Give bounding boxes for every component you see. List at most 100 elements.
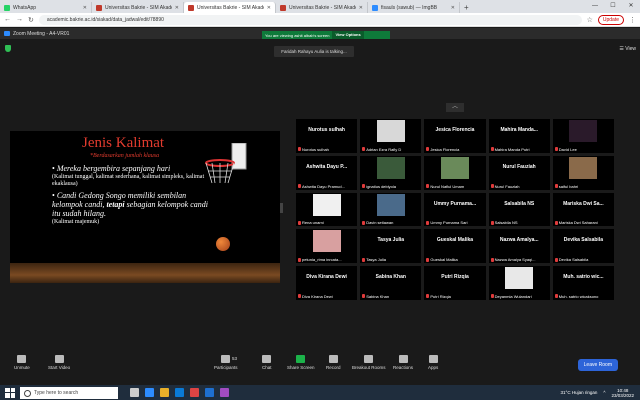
participant-tile[interactable]: Putri Rizqia Putri Rizqia [424, 266, 486, 300]
clock[interactable]: 10:48 23/03/2022 [611, 388, 634, 398]
participant-name-text: Salsabila NS [494, 220, 518, 226]
browser-tab[interactable]: Universitas Bakrie - SIM Akadem ✕ [184, 2, 276, 13]
apps-button[interactable]: Apps [428, 355, 438, 370]
slide-bullet-1: Mereka bergembira sepanjang hari [52, 164, 212, 173]
browser-tab[interactable]: WhatsApp ✕ [0, 2, 92, 13]
system-tray: 31°C Hujan ringan ^ 10:48 23/03/2022 [561, 385, 634, 400]
windows-start-icon[interactable] [5, 387, 15, 398]
chrome-icon[interactable] [190, 388, 199, 397]
participant-name-text: Ashwita Dayu Pramud... [302, 183, 345, 189]
browser-tab[interactable]: Universitas Bakrie - SIM Akadem ✕ [92, 2, 184, 13]
record-button[interactable]: Record [326, 355, 341, 370]
menu-dots-icon[interactable]: ⋮ [629, 16, 636, 24]
participant-tile[interactable]: Ummy Purnama... Ummy Purnama Sari [424, 192, 486, 227]
mic-muted-icon [490, 294, 494, 299]
participant-name-text: Putri Rizqia [430, 293, 451, 299]
scroll-up-icon[interactable]: ︿ [446, 103, 464, 112]
participant-name-text: Devika Salsabila [558, 257, 589, 263]
participant-name-label: Putri Rizqia [426, 293, 451, 299]
participant-tile[interactable]: Nurotus sulhah Nurotus sulhah [296, 119, 358, 153]
participant-name-label: Nurul Naflul Umam [426, 184, 464, 189]
forward-arrow-icon[interactable]: → [16, 16, 23, 23]
participant-tile[interactable]: Nurul Naflul Umam [424, 155, 486, 190]
zoom-app-icon[interactable] [145, 388, 154, 397]
participant-tile[interactable]: Rena unarni [296, 192, 358, 227]
security-shield-icon[interactable] [5, 45, 11, 52]
leave-room-button[interactable]: Leave Room [577, 359, 618, 371]
participant-name-text: ignatius deblyola [366, 183, 396, 189]
participant-tile[interactable]: saiful bahri [552, 155, 614, 190]
participant-name-text: Deyanmia Wulandari [494, 293, 532, 299]
browser-tab[interactable]: Universitas Bakrie - SIM Akadem ✕ [276, 2, 368, 13]
edge-icon[interactable] [175, 388, 184, 397]
participant-tile[interactable]: Tasya Julia Tasya Julia [360, 229, 422, 264]
mic-muted-icon [426, 220, 430, 225]
url-field[interactable]: academic.bakrie.ac.id/siakad/data_jadwal… [38, 14, 582, 25]
tab-close-icon[interactable]: ✕ [175, 5, 179, 11]
share-screen-button[interactable]: Share Screen [287, 355, 315, 370]
participant-tile[interactable]: Salsabila NS Salsabila NS [488, 192, 550, 227]
minimize-icon[interactable]: — [586, 0, 604, 12]
word-icon[interactable] [205, 388, 214, 397]
reload-icon[interactable]: ↻ [28, 16, 34, 24]
mic-muted-icon [490, 220, 494, 225]
tab-label: Universitas Bakrie - SIM Akadem [289, 4, 356, 11]
participant-name-label: Gueskal Malika [426, 257, 458, 262]
tab-close-icon[interactable]: ✕ [83, 5, 87, 11]
participant-tile[interactable]: ignatius deblyola [360, 155, 422, 190]
participant-tile[interactable]: Diva Kirana Dewi Diva Kirana Dewi [296, 266, 358, 300]
participant-tile[interactable]: Adrian Ezra Rafly D [360, 119, 422, 153]
participant-tile[interactable]: Muh. satrio wic... Muh. satrio wicaksono [552, 266, 614, 300]
participant-tile[interactable]: Ashwita Dayu P... Ashwita Dayu Pramud... [296, 155, 358, 190]
mic-muted-icon [298, 257, 301, 262]
tab-close-icon[interactable]: ✕ [451, 5, 455, 11]
back-arrow-icon[interactable]: ← [4, 16, 11, 23]
tab-favicon-icon [4, 4, 10, 11]
participant-name-text: Nurul Fauziah [494, 183, 520, 189]
participant-name-label: Ashwita Dayu Pramud... [298, 184, 345, 189]
participant-tile[interactable]: Devika Salsabila Devika Salsabila [552, 229, 614, 264]
participant-tile[interactable]: Deyanmia Wulandari [488, 266, 550, 300]
unmute-button[interactable]: Unmute [14, 355, 30, 370]
file-explorer-icon[interactable] [160, 388, 169, 397]
participant-tile[interactable]: Davin setiawan [360, 192, 422, 227]
participant-display-name: Muh. satrio wic... [563, 274, 604, 281]
view-options-button[interactable]: View Options [332, 31, 364, 39]
participant-tile[interactable]: Mariska Dwi Sa... Mariska Dwi Saharani [552, 192, 614, 227]
breakout-rooms-button[interactable]: Breakout Rooms [352, 355, 386, 370]
participant-tile[interactable]: David Lee [552, 119, 614, 153]
reactions-button[interactable]: Reactions [393, 355, 413, 370]
participant-tile[interactable]: Mahira Manda... Mahira Manda Putri [488, 119, 550, 153]
bullet-2-bold: tetapi [106, 200, 125, 209]
participant-tile[interactable]: Nazwa Amalya... Nazwa Amalya Syaqi... [488, 229, 550, 264]
tab-favicon-icon [96, 4, 102, 11]
participant-tile[interactable]: Jesica Florencia Jesica Florencia [424, 119, 486, 153]
participant-video [569, 120, 598, 142]
participant-name-label: Mahira Manda Putri [490, 147, 530, 152]
participant-video [569, 156, 598, 179]
participant-tile[interactable]: petunia_rima inrcata... [296, 229, 358, 264]
taskbar-search-input[interactable]: Type here to search [20, 386, 118, 399]
task-view-icon[interactable] [130, 388, 139, 397]
browser-tab[interactable]: fisauls (sawub) — ImgBB ✕ [368, 2, 460, 13]
close-icon[interactable]: ✕ [622, 0, 640, 12]
tab-close-icon[interactable]: ✕ [359, 5, 363, 11]
weather-text[interactable]: 31°C Hujan ringan [561, 390, 598, 395]
participant-tile[interactable]: Gueskal Malika Gueskal Malika [424, 229, 486, 264]
participant-tile[interactable]: Sabina Khan Sabina Khan [360, 266, 422, 300]
star-icon[interactable]: ☆ [587, 16, 593, 24]
view-button[interactable]: ☰ View [619, 46, 636, 52]
new-tab-button[interactable]: + [460, 2, 473, 13]
mic-muted-icon [362, 147, 366, 152]
app-icon[interactable] [220, 388, 229, 397]
start-video-button[interactable]: Start Video [48, 355, 70, 370]
participant-name-text: saiful bahri [558, 183, 579, 189]
tab-close-icon[interactable]: ✕ [267, 5, 271, 11]
chat-button[interactable]: Chat [262, 355, 272, 370]
tray-chevron-icon[interactable]: ^ [603, 390, 605, 395]
mic-muted-icon [490, 147, 494, 152]
participant-tile[interactable]: Nurul Fauziah Nurul Fauziah [488, 155, 550, 190]
maximize-icon[interactable]: ☐ [604, 0, 622, 12]
update-button[interactable]: Update [597, 14, 624, 25]
panel-resize-handle[interactable] [280, 203, 283, 213]
